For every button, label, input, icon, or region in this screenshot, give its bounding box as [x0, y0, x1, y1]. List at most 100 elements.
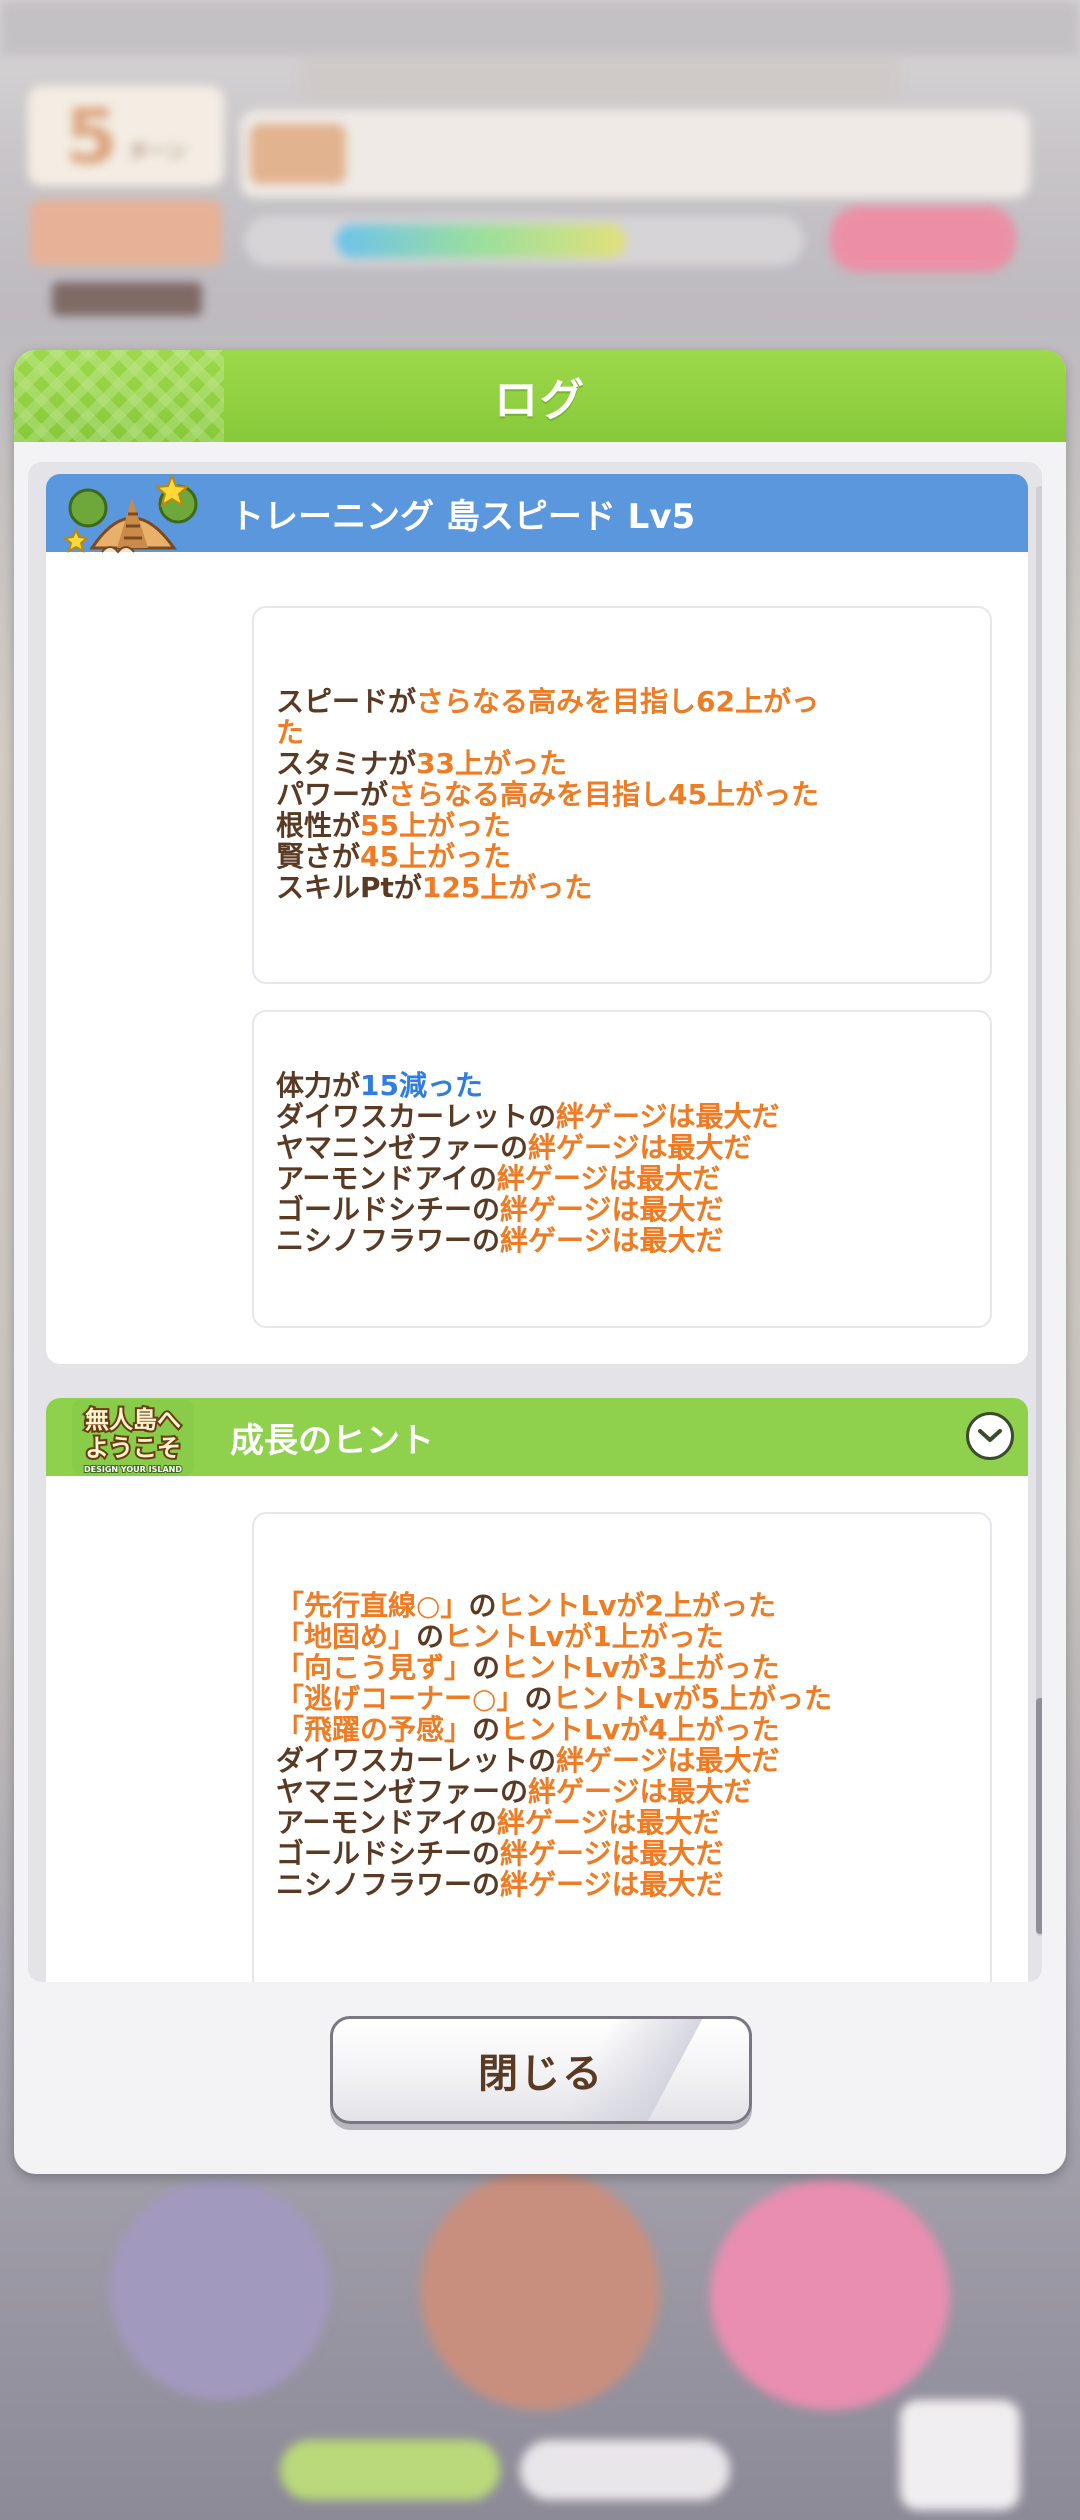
close-button[interactable]: 閉じる: [330, 2016, 752, 2124]
log-line: ヤマニンゼファーの絆ゲージは最大だ: [276, 1132, 876, 1163]
log-text: ゴールドシチーの: [276, 1837, 501, 1870]
message-lines: 「先行直線○」のヒントLvが2上がった 「地固め」のヒントLvが1上がった 「向こう…: [276, 1590, 990, 1900]
highlight-text: 絆ゲージは最大だ: [528, 1131, 752, 1164]
highlight-text: 125上がった: [421, 871, 593, 904]
log-text: ニシノフラワーの: [276, 1868, 501, 1901]
log-text: の: [524, 1682, 553, 1715]
log-line: アーモンドアイの絆ゲージは最大だ: [276, 1163, 876, 1194]
highlight-text: た: [276, 716, 305, 749]
log-line: 「逃げコーナー○」のヒントLvが5上がった: [276, 1683, 876, 1714]
highlight-text: 絆ゲージは最大だ: [556, 1744, 780, 1777]
log-text: 賢さが: [276, 840, 361, 873]
highlight-text: 33上がった: [416, 747, 567, 780]
log-line: 「地固め」のヒントLvが1上がった: [276, 1621, 876, 1652]
rest-button-bg: [30, 200, 222, 266]
dialog-title: ログ: [494, 375, 586, 426]
log-text: 根性が: [276, 809, 361, 842]
goal-panel: [240, 110, 1030, 198]
log-text: スピードが: [276, 685, 417, 718]
log-line: ニシノフラワーの絆ゲージは最大だ: [276, 1225, 876, 1256]
log-line: 「向こう見ず」のヒントLvが3上がった: [276, 1652, 876, 1683]
card-header[interactable]: 無人島へ ようこそ DESIGN YOUR ISLAND 成長のヒント: [46, 1398, 1028, 1476]
log-text: ダイワスカーレットの: [276, 1100, 557, 1133]
log-text: アーモンドアイの: [276, 1806, 497, 1839]
highlight-text: 55上がった: [360, 809, 511, 842]
log-line: ゴールドシチーの絆ゲージは最大だ: [276, 1838, 876, 1869]
log-text: ダイワスカーレットの: [276, 1744, 557, 1777]
highlight-text: さらなる高みを目指し45上がった: [388, 778, 819, 811]
highlight-text: ヒントLvが2上がった: [496, 1589, 777, 1622]
highlight-text: 絆ゲージは最大だ: [496, 1806, 721, 1839]
log-text: スキルPtが: [276, 871, 422, 904]
chevron-down-icon[interactable]: [966, 1412, 1014, 1460]
highlight-text: 「飛躍の予感」: [276, 1713, 473, 1746]
highlight-text: 「地固め」: [276, 1620, 417, 1653]
log-text: パワーが: [276, 778, 389, 811]
highlight-text: 「逃げコーナー○」: [276, 1682, 525, 1715]
log-text: の: [468, 1589, 497, 1622]
svg-text:無人島へ: 無人島へ: [85, 1406, 181, 1434]
log-line: ダイワスカーレットの絆ゲージは最大だ: [276, 1745, 876, 1776]
log-card-growth-hint: 無人島へ ようこそ DESIGN YOUR ISLAND 成長のヒント 「先行直…: [46, 1398, 1028, 1982]
log-text: の: [416, 1620, 445, 1653]
log-line: パワーがさらなる高みを目指し45上がった: [276, 779, 876, 810]
log-text: スタミナが: [276, 747, 417, 780]
log-scroll-area[interactable]: トレーニング 島スピード Lv5 スピードがさらなる高みを目指し62上がったスタ…: [28, 462, 1042, 1982]
log-text: アーモンドアイの: [276, 1162, 497, 1195]
close-button-label: 閉じる: [478, 2051, 604, 2097]
log-text: ヤマニンゼファーの: [276, 1775, 529, 1808]
message-box: スピードがさらなる高みを目指し62上がったスタミナが33上がった パワーがさらなる…: [252, 606, 992, 984]
card-title: トレーニング 島スピード Lv5: [230, 496, 696, 537]
log-line: 体力が15減った: [276, 1070, 876, 1101]
log-line: アーモンドアイの絆ゲージは最大だ: [276, 1807, 876, 1838]
energy-bar-bg: [244, 216, 804, 266]
log-line: スタミナが33上がった: [276, 748, 876, 779]
card-header: トレーニング 島スピード Lv5: [46, 474, 1028, 554]
log-line: ヤマニンゼファーの絆ゲージは最大だ: [276, 1776, 876, 1807]
highlight-text: さらなる高みを目指し62上がっ: [416, 685, 819, 718]
log-line: ゴールドシチーの絆ゲージは最大だ: [276, 1194, 876, 1225]
log-text: ヤマニンゼファーの: [276, 1131, 529, 1164]
svg-text:DESIGN YOUR ISLAND: DESIGN YOUR ISLAND: [84, 1465, 182, 1474]
log-line: ニシノフラワーの絆ゲージは最大だ: [276, 1869, 876, 1900]
highlight-text: ヒントLvが3上がった: [500, 1651, 780, 1684]
message-lines: 体力が15減った ダイワスカーレットの絆ゲージは最大だ ヤマニンゼファーの絆ゲージは…: [276, 1070, 990, 1256]
welcome-island-logo-icon: 無人島へ ようこそ DESIGN YOUR ISLAND: [72, 1400, 194, 1476]
highlight-text: 絆ゲージは最大だ: [496, 1162, 721, 1195]
log-line: 「先行直線○」のヒントLvが2上がった: [276, 1590, 876, 1621]
log-text: ゴールドシチーの: [276, 1193, 501, 1226]
log-text: の: [472, 1713, 501, 1746]
highlight-text: 絆ゲージは最大だ: [500, 1868, 724, 1901]
turn-counter: 5 ターン: [28, 86, 224, 186]
svg-text:ようこそ: ようこそ: [85, 1434, 181, 1462]
highlight-text: 絆ゲージは最大だ: [528, 1775, 752, 1808]
highlight-text: 絆ゲージは最大だ: [556, 1100, 780, 1133]
highlight-text: ヒントLvが4上がった: [500, 1713, 780, 1746]
log-line: 賢さが45上がった: [276, 841, 876, 872]
decrease-text: 15減った: [360, 1069, 483, 1102]
highlight-text: 「向こう見ず」: [276, 1651, 473, 1684]
dialog-header: ログ: [14, 350, 1066, 442]
message-box: 体力が15減った ダイワスカーレットの絆ゲージは最大だ ヤマニンゼファーの絆ゲージは…: [252, 1010, 992, 1328]
log-text: ニシノフラワーの: [276, 1224, 501, 1257]
log-card-training: トレーニング 島スピード Lv5 スピードがさらなる高みを目指し62上がったスタ…: [46, 474, 1028, 1364]
log-line: 根性が55上がった: [276, 810, 876, 841]
log-line: ダイワスカーレットの絆ゲージは最大だ: [276, 1101, 876, 1132]
message-lines: スピードがさらなる高みを目指し62上がったスタミナが33上がった パワーがさらなる…: [276, 686, 990, 903]
log-dialog: ログ トレーニング 島スピード Lv5 スピードがさらなる高みを目指し62上がっ…: [14, 350, 1066, 2174]
log-line: スキルPtが125上がった: [276, 872, 876, 903]
training-island-icon: [62, 474, 198, 554]
highlight-text: ヒントLvが5上がった: [552, 1682, 833, 1715]
highlight-text: ヒントLvが1上がった: [444, 1620, 724, 1653]
message-box: 「先行直線○」のヒントLvが2上がった 「地固め」のヒントLvが1上がった 「向こう…: [252, 1512, 992, 1982]
log-line: た: [276, 717, 876, 748]
highlight-text: 45上がった: [360, 840, 511, 873]
log-line: スピードがさらなる高みを目指し62上がっ: [276, 686, 876, 717]
highlight-text: 絆ゲージは最大だ: [500, 1224, 724, 1257]
highlight-text: 絆ゲージは最大だ: [500, 1837, 724, 1870]
highlight-text: 「先行直線○」: [276, 1589, 469, 1622]
log-text: の: [472, 1651, 501, 1684]
log-text: 体力が: [276, 1069, 361, 1102]
scrollbar-thumb[interactable]: [1036, 1698, 1042, 1934]
log-line: 「飛躍の予感」のヒントLvが4上がった: [276, 1714, 876, 1745]
